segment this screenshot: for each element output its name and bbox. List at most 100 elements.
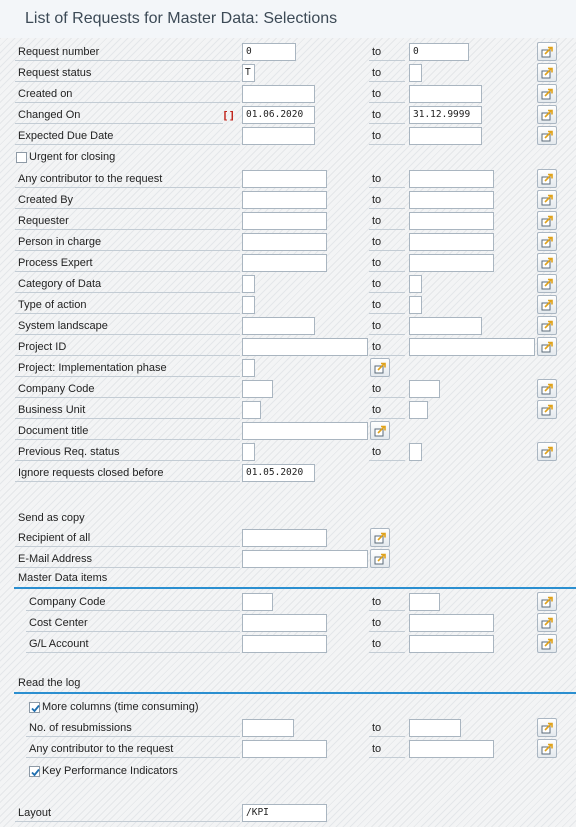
label-business-unit: Business Unit — [15, 402, 240, 419]
system-landscape-to-input[interactable] — [409, 317, 482, 335]
label-type-of-action: Type of action — [15, 297, 240, 314]
multiple-selection-button[interactable] — [537, 295, 557, 314]
to-label: to — [369, 636, 405, 653]
process-expert-from-input[interactable] — [242, 254, 327, 272]
md-gl-account-to-input[interactable] — [409, 635, 494, 653]
email-address-input[interactable] — [242, 550, 368, 568]
label-md-cost-center: Cost Center — [26, 615, 240, 632]
to-label: to — [369, 192, 405, 209]
multiple-selection-button[interactable] — [370, 421, 390, 440]
label-request-status: Request status — [15, 65, 240, 82]
requester-from-input[interactable] — [242, 212, 327, 230]
to-label: to — [369, 44, 405, 61]
changed-on-from-input[interactable]: 01.06.2020 — [242, 106, 315, 124]
created-on-from-input[interactable] — [242, 85, 315, 103]
multiple-selection-button[interactable] — [537, 105, 557, 124]
company-code-to-input[interactable] — [409, 380, 440, 398]
selection-option-indicator[interactable]: [] — [222, 107, 235, 124]
expected-due-date-from-input[interactable] — [242, 127, 315, 145]
to-label: to — [369, 444, 405, 461]
previous-req-status-from-input[interactable] — [242, 443, 255, 461]
business-unit-from-input[interactable] — [242, 401, 261, 419]
recipient-of-all-input[interactable] — [242, 529, 327, 547]
expected-due-date-to-input[interactable] — [409, 127, 482, 145]
multiple-selection-button[interactable] — [537, 634, 557, 653]
multiple-selection-button[interactable] — [370, 528, 390, 547]
system-landscape-from-input[interactable] — [242, 317, 315, 335]
multiple-selection-button[interactable] — [537, 253, 557, 272]
log-any-contributor-to-input[interactable] — [409, 740, 494, 758]
to-label: to — [369, 381, 405, 398]
request-status-to-input[interactable] — [409, 64, 422, 82]
resubmissions-to-input[interactable] — [409, 719, 461, 737]
label-changed-on: Changed On — [15, 107, 223, 124]
label-project-id: Project ID — [15, 339, 240, 356]
multiple-selection-button[interactable] — [537, 442, 557, 461]
resubmissions-from-input[interactable] — [242, 719, 294, 737]
previous-req-status-to-input[interactable] — [409, 443, 422, 461]
multiple-selection-button[interactable] — [537, 84, 557, 103]
md-company-code-to-input[interactable] — [409, 593, 440, 611]
document-title-input[interactable] — [242, 422, 368, 440]
kpi-checkbox[interactable] — [29, 766, 40, 777]
multiple-selection-button[interactable] — [537, 379, 557, 398]
md-cost-center-from-input[interactable] — [242, 614, 327, 632]
request-status-from-input[interactable]: T — [242, 64, 255, 82]
request-number-from-input[interactable]: 0 — [242, 43, 296, 61]
ignore-closed-before-input[interactable]: 01.05.2020 — [242, 464, 315, 482]
multiple-selection-button[interactable] — [537, 63, 557, 82]
person-in-charge-from-input[interactable] — [242, 233, 327, 251]
urgent-for-closing-checkbox[interactable] — [16, 152, 27, 163]
company-code-from-input[interactable] — [242, 380, 273, 398]
multiple-selection-button[interactable] — [370, 358, 390, 377]
any-contributor-to-input[interactable] — [409, 170, 494, 188]
md-gl-account-from-input[interactable] — [242, 635, 327, 653]
to-label: to — [369, 171, 405, 188]
requester-to-input[interactable] — [409, 212, 494, 230]
to-label: to — [369, 318, 405, 335]
business-unit-to-input[interactable] — [409, 401, 428, 419]
to-label: to — [369, 255, 405, 272]
process-expert-to-input[interactable] — [409, 254, 494, 272]
layout-input[interactable]: /KPI — [242, 804, 327, 822]
type-of-action-from-input[interactable] — [242, 296, 255, 314]
label-no-of-resubmissions: No. of resubmissions — [26, 720, 240, 737]
created-by-from-input[interactable] — [242, 191, 327, 209]
multiple-selection-button[interactable] — [537, 126, 557, 145]
category-of-data-to-input[interactable] — [409, 275, 422, 293]
multiple-selection-button[interactable] — [537, 316, 557, 335]
project-id-from-input[interactable] — [242, 338, 368, 356]
category-of-data-from-input[interactable] — [242, 275, 255, 293]
multiple-selection-button[interactable] — [537, 42, 557, 61]
checkmark-icon — [31, 704, 40, 713]
multiple-selection-button[interactable] — [537, 169, 557, 188]
to-label: to — [369, 128, 405, 145]
project-implementation-phase-input[interactable] — [242, 359, 255, 377]
multiple-selection-button[interactable] — [537, 718, 557, 737]
md-cost-center-to-input[interactable] — [409, 614, 494, 632]
multiple-selection-button[interactable] — [537, 274, 557, 293]
multiple-selection-button[interactable] — [537, 613, 557, 632]
created-by-to-input[interactable] — [409, 191, 494, 209]
request-number-to-input[interactable]: 0 — [409, 43, 469, 61]
multiple-selection-button[interactable] — [537, 592, 557, 611]
urgent-for-closing-label: Urgent for closing — [29, 151, 116, 163]
multiple-selection-button[interactable] — [537, 190, 557, 209]
multiple-selection-button[interactable] — [537, 211, 557, 230]
more-columns-checkbox[interactable] — [29, 702, 40, 713]
project-id-to-input[interactable] — [409, 338, 535, 356]
created-on-to-input[interactable] — [409, 85, 482, 103]
multiple-selection-button[interactable] — [537, 337, 557, 356]
type-of-action-to-input[interactable] — [409, 296, 422, 314]
any-contributor-from-input[interactable] — [242, 170, 327, 188]
md-company-code-from-input[interactable] — [242, 593, 273, 611]
label-created-by: Created By — [15, 192, 240, 209]
log-any-contributor-from-input[interactable] — [242, 740, 327, 758]
person-in-charge-to-input[interactable] — [409, 233, 494, 251]
changed-on-to-input[interactable]: 31.12.9999 — [409, 106, 482, 124]
multiple-selection-button[interactable] — [537, 739, 557, 758]
to-label: to — [369, 741, 405, 758]
multiple-selection-button[interactable] — [370, 549, 390, 568]
multiple-selection-button[interactable] — [537, 232, 557, 251]
multiple-selection-button[interactable] — [537, 400, 557, 419]
